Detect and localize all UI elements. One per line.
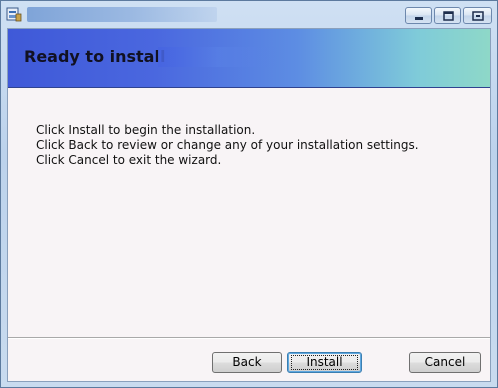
page-title: Ready to install bbox=[24, 47, 166, 66]
maximize-icon bbox=[443, 11, 454, 21]
installer-app-icon bbox=[6, 6, 22, 22]
close-button[interactable] bbox=[463, 7, 492, 24]
instruction-line-install: Click Install to begin the installation. bbox=[36, 123, 256, 137]
wizard-banner: Ready to install bbox=[8, 29, 490, 88]
window-title bbox=[27, 7, 217, 22]
title-bar[interactable] bbox=[1, 1, 497, 28]
redacted-product-name bbox=[158, 47, 278, 67]
install-button[interactable]: Install bbox=[287, 352, 362, 373]
minimize-button[interactable] bbox=[405, 7, 432, 24]
maximize-button[interactable] bbox=[434, 7, 461, 24]
focus-rectangle bbox=[291, 355, 358, 370]
installer-window: Ready to install Click Install to begin … bbox=[0, 0, 498, 388]
wizard-client-area: Ready to install Click Install to begin … bbox=[7, 28, 491, 382]
instruction-line-back: Click Back to review or change any of yo… bbox=[36, 138, 419, 152]
back-button-label: Back bbox=[232, 355, 262, 369]
instructions: Click Install to begin the installation.… bbox=[36, 123, 419, 168]
footer-divider bbox=[8, 337, 490, 339]
back-button[interactable]: Back bbox=[212, 352, 282, 373]
cancel-button[interactable]: Cancel bbox=[409, 352, 481, 373]
cancel-button-label: Cancel bbox=[424, 355, 466, 369]
close-icon bbox=[472, 11, 484, 21]
minimize-icon bbox=[415, 17, 423, 20]
instruction-line-cancel: Click Cancel to exit the wizard. bbox=[36, 153, 222, 167]
